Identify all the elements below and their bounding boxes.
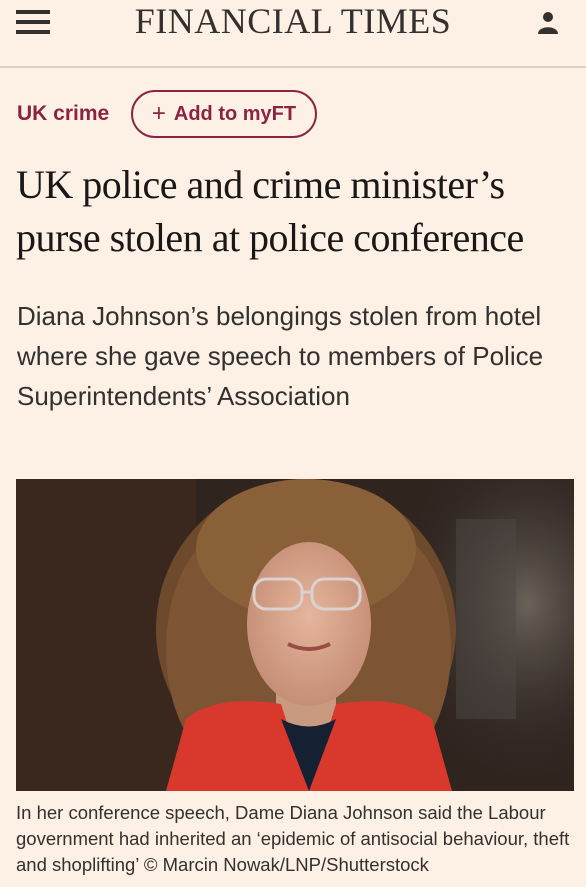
user-icon[interactable] (537, 11, 559, 35)
topic-link[interactable]: UK crime (17, 101, 109, 127)
article-photo (16, 479, 574, 791)
photo-caption: In her conference speech, Dame Diana Joh… (16, 802, 570, 875)
add-to-myft-label: Add to myFT (173, 102, 297, 125)
site-header: FINANCIAL TIMES (0, 0, 586, 68)
article-standfirst: Diana Johnson’s belongings stolen from h… (17, 301, 544, 411)
plus-icon: + (151, 100, 166, 127)
article-headline: UK police and crime minister’s purse sto… (16, 162, 524, 260)
add-to-myft-button[interactable]: + Add to myFT (131, 90, 317, 138)
masthead-logo[interactable]: FINANCIAL TIMES (0, 2, 586, 40)
